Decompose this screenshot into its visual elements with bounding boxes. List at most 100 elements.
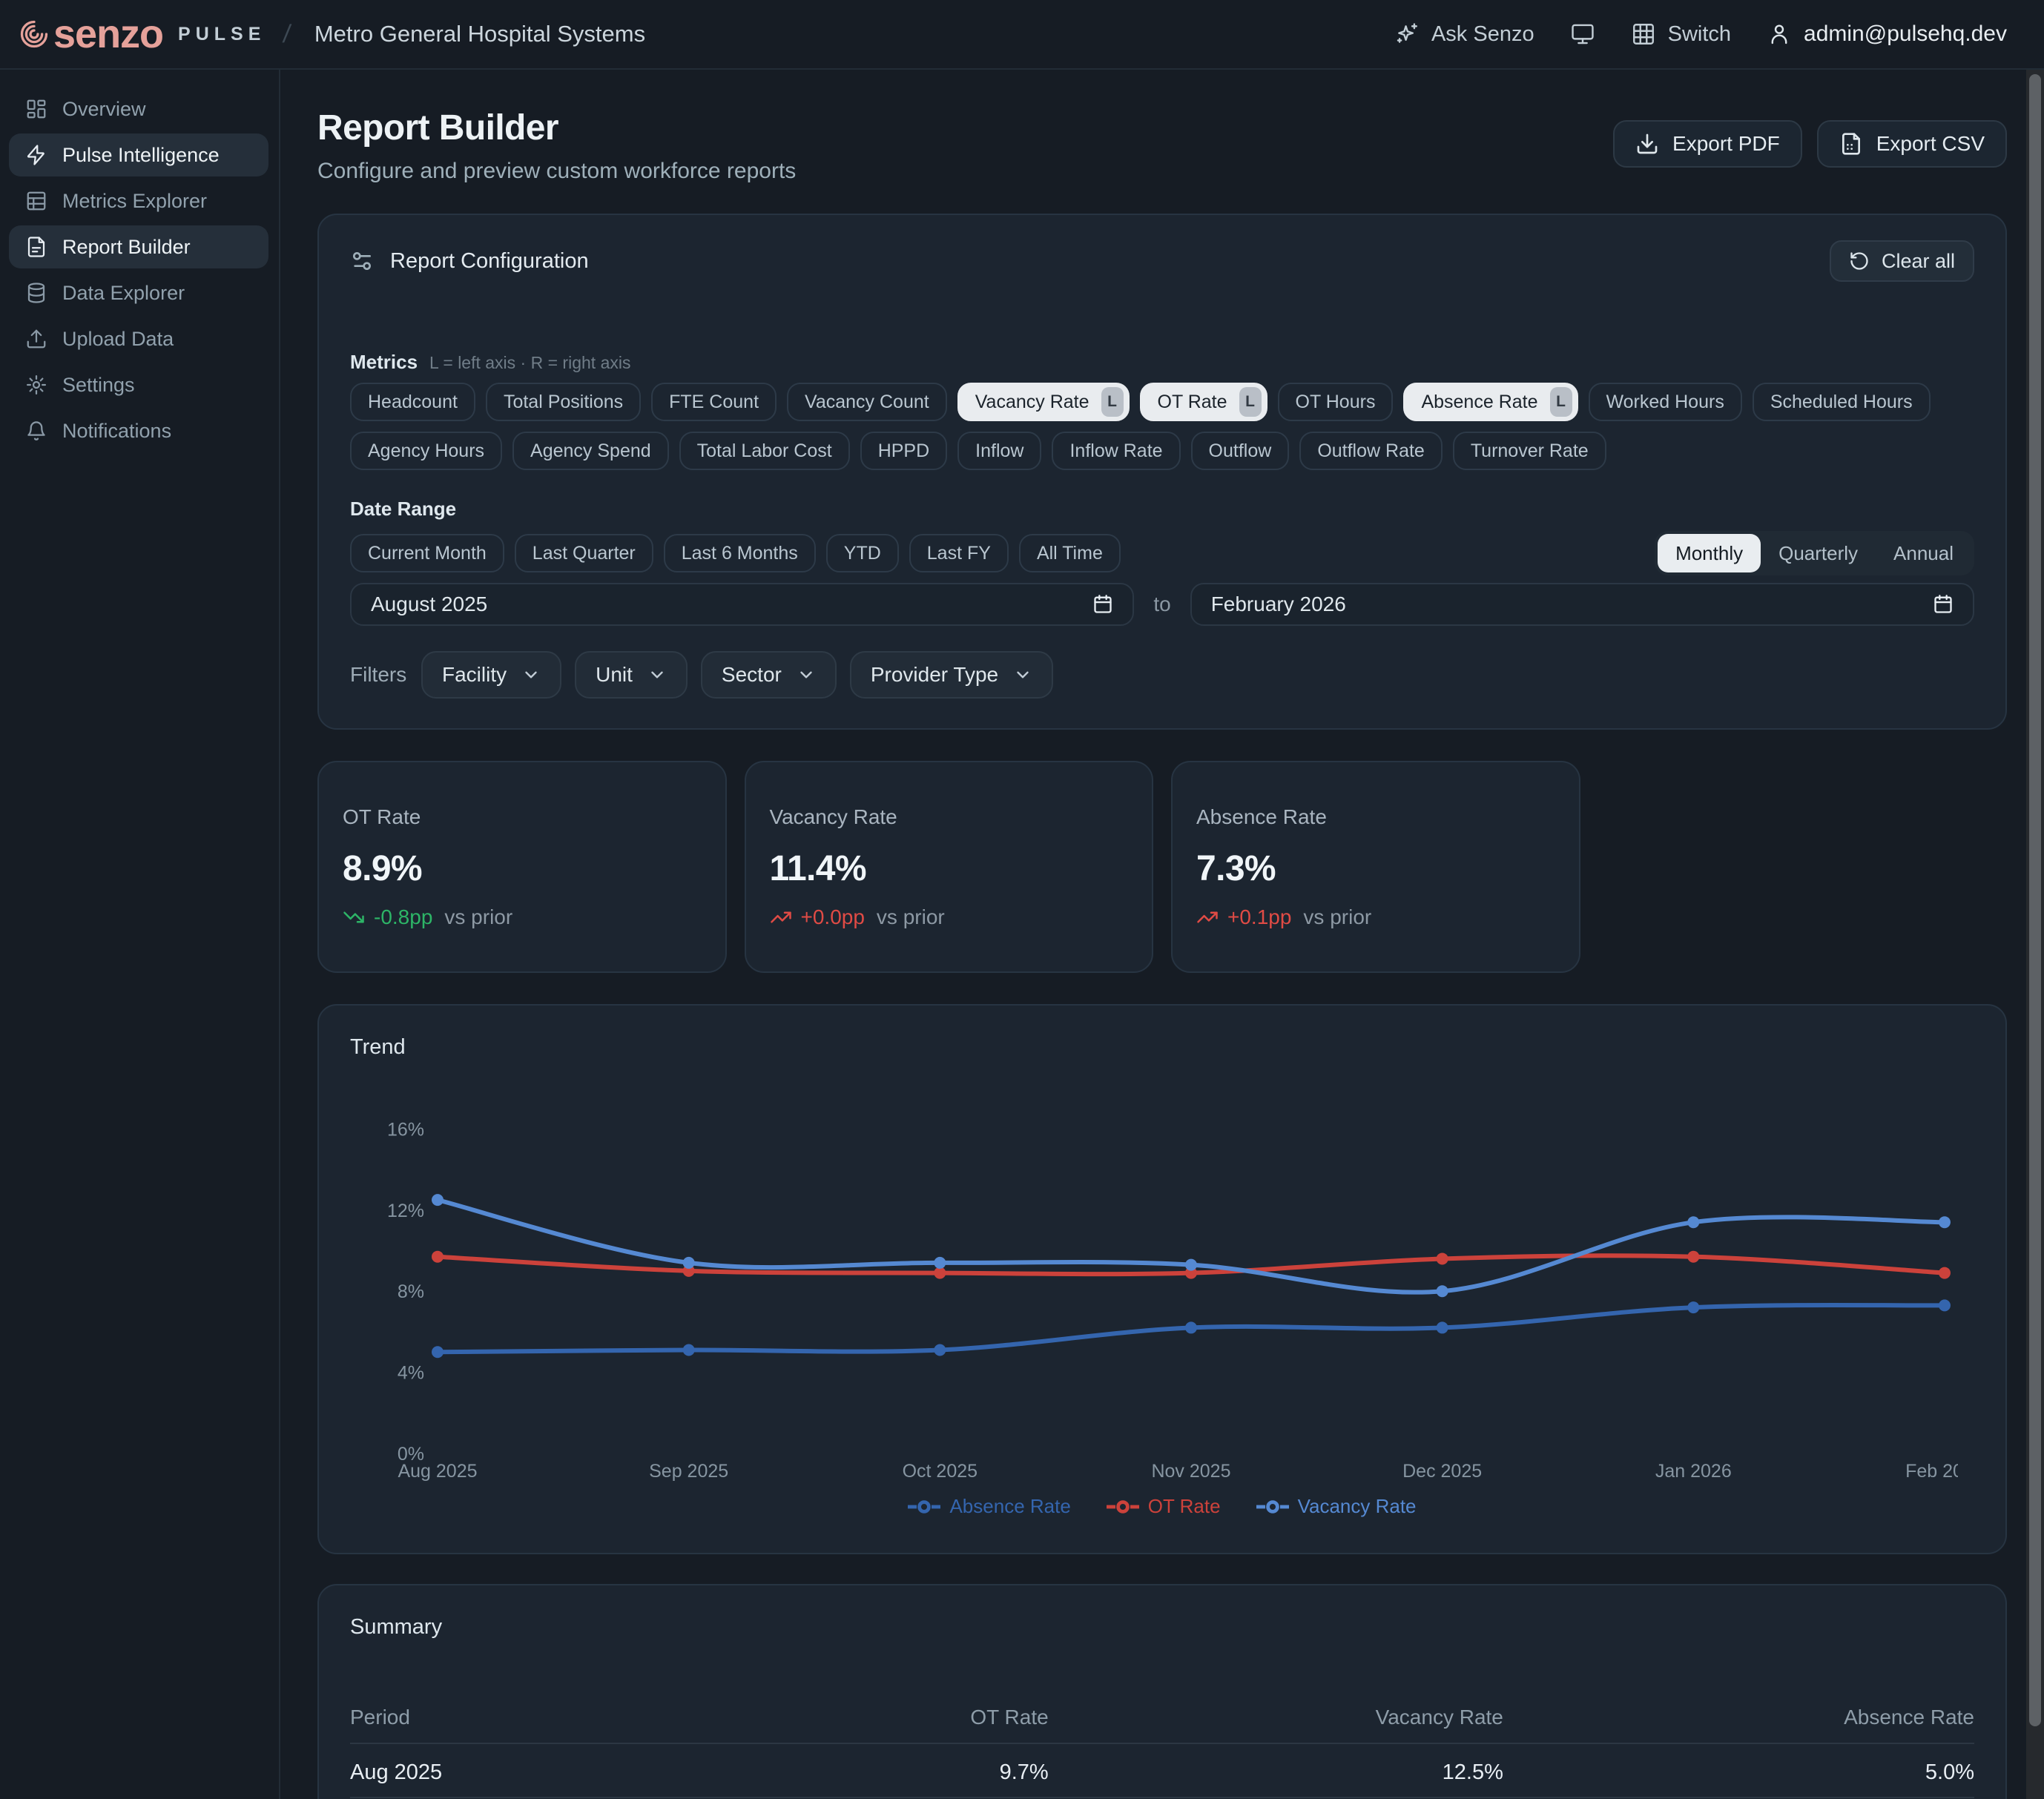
svg-text:Nov 2025: Nov 2025	[1151, 1461, 1230, 1482]
date-preset-last-6-months[interactable]: Last 6 Months	[664, 534, 816, 572]
sidebar-item-label: Metrics Explorer	[62, 190, 207, 213]
scrollbar[interactable]	[2026, 70, 2044, 1799]
metric-chip-hppd[interactable]: HPPD	[860, 432, 947, 470]
dot-absence-rate	[432, 1346, 444, 1358]
svg-text:8%: 8%	[398, 1281, 424, 1302]
axis-badge[interactable]: L	[1101, 387, 1124, 417]
metric-chip-ot-rate[interactable]: OT RateL	[1140, 383, 1267, 421]
kpi-delta: +0.1ppvs prior	[1196, 905, 1555, 929]
date-range-label: Date Range	[350, 497, 1974, 521]
summary-cell: 5.0%	[1503, 1743, 1974, 1798]
date-preset-ytd[interactable]: YTD	[826, 534, 899, 572]
sidebar-item-overview[interactable]: Overview	[9, 88, 268, 131]
metric-chip-turnover-rate[interactable]: Turnover Rate	[1453, 432, 1606, 470]
axis-badge[interactable]: L	[1550, 387, 1572, 417]
metric-chip-agency-hours[interactable]: Agency Hours	[350, 432, 502, 470]
metric-chip-inflow-rate[interactable]: Inflow Rate	[1052, 432, 1180, 470]
svg-text:Feb 2026: Feb 2026	[1905, 1461, 1958, 1482]
metric-chip-outflow[interactable]: Outflow	[1191, 432, 1290, 470]
metric-chip-total-positions[interactable]: Total Positions	[486, 383, 641, 421]
sparkles-icon	[1394, 22, 1420, 47]
metric-chip-absence-rate[interactable]: Absence RateL	[1403, 383, 1577, 421]
sidebar-item-label: Data Explorer	[62, 282, 185, 305]
zap-icon	[25, 144, 47, 166]
metric-chip-outflow-rate[interactable]: Outflow Rate	[1299, 432, 1443, 470]
sidebar-item-label: Report Builder	[62, 236, 191, 259]
trend-card: Trend 0%4%8%12%16%Aug 2025Sep 2025Oct 20…	[317, 1004, 2007, 1554]
switch-button[interactable]: Switch	[1631, 22, 1731, 47]
sidebar-item-data-explorer[interactable]: Data Explorer	[9, 271, 268, 314]
dot-ot-rate	[1939, 1267, 1951, 1279]
calendar-icon[interactable]	[1933, 593, 1954, 615]
kpi-value: 11.4%	[770, 848, 1129, 889]
summary-cell: 9.7%	[756, 1743, 1049, 1798]
legend-item-ot-rate[interactable]: OT Rate	[1107, 1495, 1221, 1518]
upload-icon	[25, 328, 47, 350]
date-preset-current-month[interactable]: Current Month	[350, 534, 504, 572]
export-csv-button[interactable]: Export CSV	[1817, 120, 2007, 168]
metric-chip-worked-hours[interactable]: Worked Hours	[1589, 383, 1742, 421]
metric-chip-inflow[interactable]: Inflow	[957, 432, 1041, 470]
calendar-icon[interactable]	[1092, 593, 1113, 615]
chevron-down-icon	[647, 665, 667, 684]
svg-text:Dec 2025: Dec 2025	[1402, 1461, 1482, 1482]
legend-item-vacancy-rate[interactable]: Vacancy Rate	[1256, 1495, 1417, 1518]
user-menu[interactable]: admin@pulsehq.dev	[1767, 22, 2007, 47]
dot-absence-rate	[1185, 1321, 1197, 1333]
chevron-down-icon	[521, 665, 541, 684]
metric-chip-agency-spend[interactable]: Agency Spend	[512, 432, 669, 470]
scrollbar-thumb[interactable]	[2029, 74, 2041, 1726]
kpi-value: 8.9%	[343, 848, 702, 889]
sidebar-item-upload-data[interactable]: Upload Data	[9, 317, 268, 360]
kpi-card-vacancy-rate: Vacancy Rate11.4%+0.0ppvs prior	[745, 761, 1154, 973]
trend-chart: 0%4%8%12%16%Aug 2025Sep 2025Oct 2025Nov …	[350, 1083, 1974, 1486]
metric-chip-headcount[interactable]: Headcount	[350, 383, 475, 421]
sidebar-item-report-builder[interactable]: Report Builder	[9, 225, 268, 268]
summary-header-row: PeriodOT RateVacancy RateAbsence Rate	[350, 1685, 1974, 1743]
ask-senzo-button[interactable]: Ask Senzo	[1394, 22, 1534, 47]
filter-provider-type[interactable]: Provider Type	[850, 651, 1053, 699]
clear-all-button[interactable]: Clear all	[1830, 240, 1974, 282]
legend-item-absence-rate[interactable]: Absence Rate	[908, 1495, 1070, 1518]
metric-chip-vacancy-count[interactable]: Vacancy Count	[787, 383, 947, 421]
dot-vacancy-rate	[1687, 1216, 1699, 1228]
sidebar-item-metrics-explorer[interactable]: Metrics Explorer	[9, 179, 268, 222]
trending-down-icon	[343, 906, 365, 928]
metric-chip-vacancy-rate[interactable]: Vacancy RateL	[957, 383, 1130, 421]
metrics-label: Metrics	[350, 350, 418, 374]
axis-badge[interactable]: L	[1239, 387, 1262, 417]
sidebar-item-label: Overview	[62, 98, 146, 121]
trend-title: Trend	[350, 1034, 1974, 1060]
svg-text:12%: 12%	[387, 1201, 424, 1221]
granularity-quarterly[interactable]: Quarterly	[1761, 534, 1876, 572]
sidebar-item-settings[interactable]: Settings	[9, 363, 268, 406]
date-to-input[interactable]: February 2026	[1190, 583, 1974, 626]
metric-chip-fte-count[interactable]: FTE Count	[651, 383, 777, 421]
date-range-to-label: to	[1153, 592, 1170, 616]
brand-product: PULSE	[178, 24, 266, 45]
date-preset-last-fy[interactable]: Last FY	[909, 534, 1009, 572]
kpi-delta: +0.0ppvs prior	[770, 905, 1129, 929]
granularity-annual[interactable]: Annual	[1876, 534, 1971, 572]
date-preset-all-time[interactable]: All Time	[1019, 534, 1121, 572]
dashboard-icon	[25, 98, 47, 120]
filter-unit[interactable]: Unit	[575, 651, 688, 699]
date-from-input[interactable]: August 2025	[350, 583, 1134, 626]
gear-icon	[25, 374, 47, 396]
page-subtitle: Configure and preview custom workforce r…	[317, 157, 796, 185]
date-preset-last-quarter[interactable]: Last Quarter	[515, 534, 653, 572]
filter-sector[interactable]: Sector	[701, 651, 837, 699]
display-button[interactable]	[1570, 22, 1595, 47]
sidebar-item-notifications[interactable]: Notifications	[9, 409, 268, 452]
metric-chip-total-labor-cost[interactable]: Total Labor Cost	[679, 432, 850, 470]
export-pdf-button[interactable]: Export PDF	[1613, 120, 1802, 168]
senzo-logo-icon	[18, 18, 50, 50]
metric-chip-scheduled-hours[interactable]: Scheduled Hours	[1753, 383, 1931, 421]
dot-absence-rate	[683, 1344, 695, 1356]
metric-chip-ot-hours[interactable]: OT Hours	[1278, 383, 1394, 421]
filter-facility[interactable]: Facility	[421, 651, 561, 699]
settings-sliders-icon	[350, 249, 374, 273]
sidebar-item-pulse-intelligence[interactable]: Pulse Intelligence	[9, 133, 268, 176]
filters-label: Filters	[350, 663, 421, 687]
granularity-monthly[interactable]: Monthly	[1658, 534, 1761, 572]
